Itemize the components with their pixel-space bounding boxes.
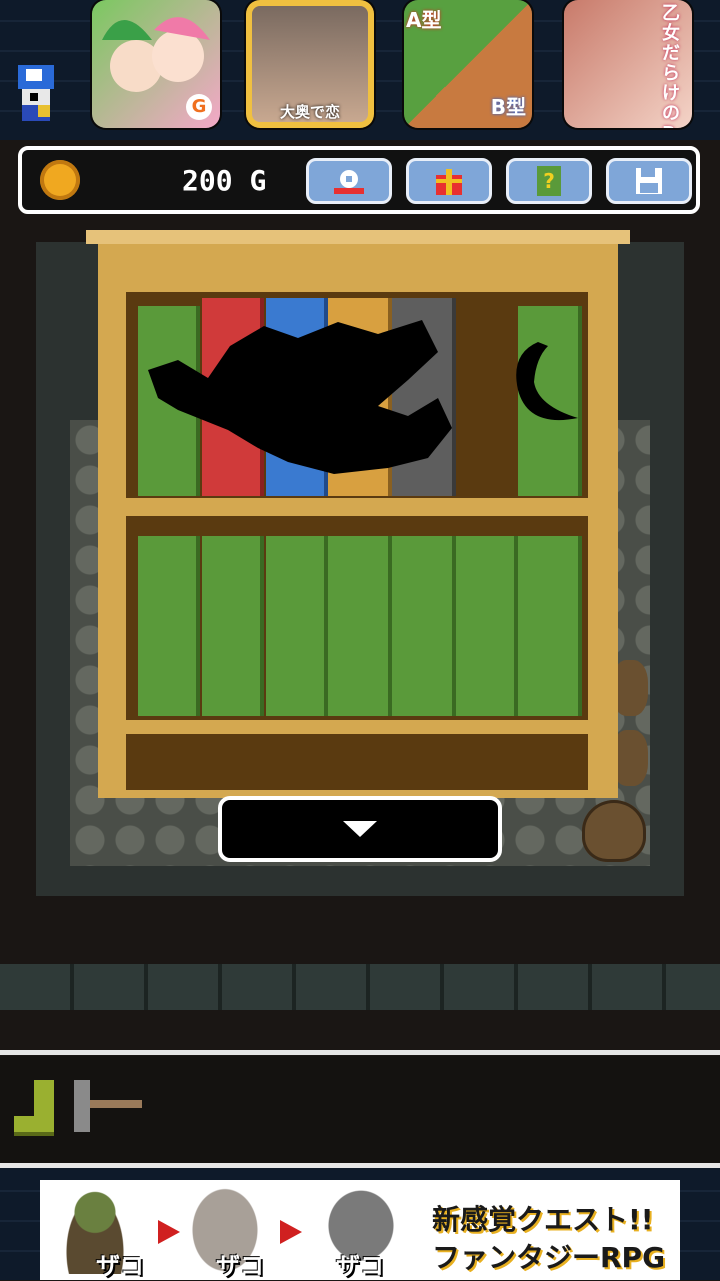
book-lower-5[interactable]: [392, 536, 456, 716]
ad-label: 乙女だらけのRPG: [662, 3, 680, 129]
ad-label-b: B型: [490, 95, 526, 119]
bottom-ad-banner[interactable]: ザコ ザコ ザコ 新感覚クエスト!! ファンタジーRPG: [40, 1180, 680, 1280]
banner-title-2: ファンタジーRPG: [432, 1241, 666, 1274]
ad-label: 大奥で恋: [279, 103, 340, 121]
book-lower-7[interactable]: [518, 536, 582, 716]
gold-amount: 200 G: [182, 164, 266, 197]
pot[interactable]: [582, 800, 646, 862]
ad-icon-4[interactable]: 乙女だらけのRPG: [564, 0, 692, 128]
gold-value: 200: [182, 164, 233, 197]
save-icon: [636, 168, 662, 194]
help-book-icon: ?: [537, 166, 561, 196]
save-button[interactable]: [606, 158, 692, 204]
ad-badge: G: [186, 94, 212, 120]
hint-icon: [334, 170, 364, 194]
banner-zako-2: ザコ: [216, 1252, 264, 1280]
shelf-base: [126, 734, 588, 790]
arrow-icon: [158, 1220, 180, 1244]
game-character-icon[interactable]: [6, 56, 74, 126]
banner-zako-3: ザコ: [336, 1252, 384, 1280]
book-lower-1[interactable]: [138, 536, 200, 716]
book-lower-6[interactable]: [456, 536, 518, 716]
inventory-slot-boot[interactable]: [10, 1076, 66, 1140]
divider: [0, 1050, 720, 1055]
gold-unit: G: [249, 164, 267, 197]
ad-icon-1[interactable]: G: [92, 0, 220, 128]
gift-button[interactable]: [406, 158, 492, 204]
status-bar: 200 G ?: [18, 146, 700, 214]
banner-title-1: 新感覚クエスト!!: [432, 1203, 654, 1236]
ad-icon-3[interactable]: A型 B型: [404, 0, 532, 128]
help-book-button[interactable]: ?: [506, 158, 592, 204]
dragon-pattern: [148, 320, 578, 474]
boot-icon: [14, 1080, 54, 1136]
inventory-slot-hammer[interactable]: [70, 1076, 146, 1140]
hint-button[interactable]: [306, 158, 392, 204]
book-lower-3[interactable]: [266, 536, 328, 716]
book-lower-4[interactable]: [328, 536, 392, 716]
banner-zako-1: ザコ: [96, 1252, 144, 1280]
book-lower-2[interactable]: [202, 536, 264, 716]
svg-text:?: ?: [543, 169, 555, 193]
inventory-bar: [0, 1056, 720, 1164]
ad-icon-2[interactable]: 大奥で恋: [246, 0, 374, 128]
hammer-icon: [74, 1080, 142, 1132]
ad-label-a: A型: [406, 8, 442, 32]
gift-icon: [436, 169, 462, 195]
lower-wall: [0, 964, 720, 1010]
back-down-button[interactable]: [218, 796, 502, 862]
gold-coin-icon: [40, 160, 80, 200]
arrow-icon: [280, 1220, 302, 1244]
chevron-down-icon: [343, 821, 377, 837]
bookshelf-top: [86, 230, 630, 244]
